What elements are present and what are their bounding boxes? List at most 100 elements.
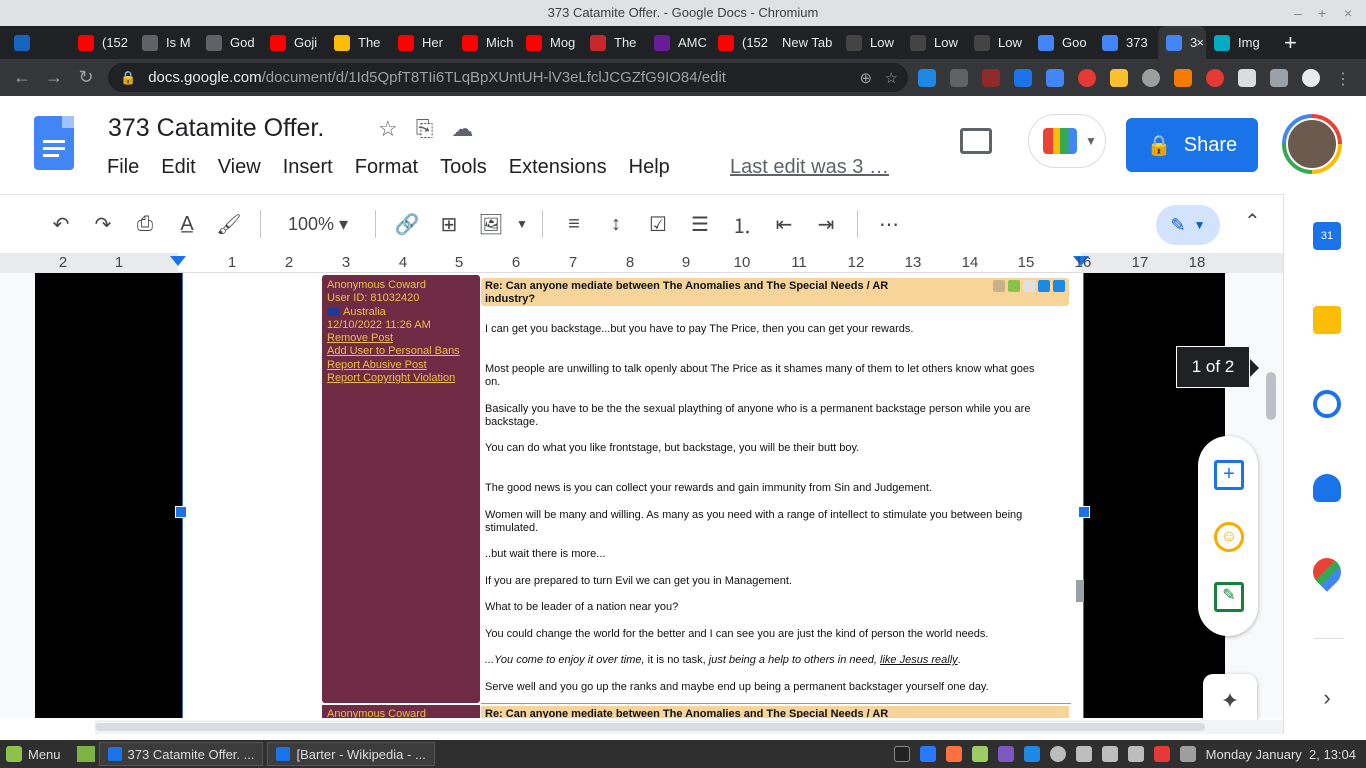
- close-window-button[interactable]: ×: [1344, 0, 1352, 26]
- browser-tab[interactable]: Her: [390, 26, 454, 59]
- browser-tab[interactable]: Mog: [518, 26, 582, 59]
- reload-icon[interactable]: ↻: [70, 67, 102, 88]
- horizontal-scrollbar[interactable]: [95, 720, 1285, 734]
- maximize-button[interactable]: +: [1318, 0, 1326, 26]
- bookmark-star-icon[interactable]: ☆: [885, 70, 898, 87]
- battery-icon[interactable]: [1127, 746, 1144, 762]
- add-comment-icon[interactable]: +: [1214, 460, 1244, 490]
- minimize-button[interactable]: –: [1294, 0, 1302, 26]
- menu-view[interactable]: View: [218, 156, 261, 179]
- browser-tab[interactable]: Low: [838, 26, 902, 59]
- remove-post-link[interactable]: Remove Post: [327, 332, 475, 345]
- browser-tab[interactable]: The: [326, 26, 390, 59]
- extension-icon[interactable]: [1110, 68, 1128, 87]
- decrease-indent-icon[interactable]: ⇤: [763, 212, 805, 237]
- extension-icon[interactable]: [950, 68, 968, 87]
- browser-tab[interactable]: Low: [966, 26, 1030, 59]
- browser-tab[interactable]: AMC: [646, 26, 710, 59]
- new-tab-button[interactable]: +: [1284, 30, 1297, 56]
- show-desktop-icon[interactable]: [76, 746, 95, 762]
- undo-icon[interactable]: ↶: [40, 212, 82, 237]
- add-comment-icon[interactable]: ⊞: [428, 212, 470, 237]
- browser-tab[interactable]: Goji: [262, 26, 326, 59]
- report-abusive-link[interactable]: Report Abusive Post: [327, 359, 475, 372]
- checklist-icon[interactable]: ☑: [637, 212, 679, 237]
- link-icon[interactable]: 🔗: [386, 212, 428, 237]
- menu-help[interactable]: Help: [629, 156, 670, 179]
- browser-tab[interactable]: Mich: [454, 26, 518, 59]
- comment-history-icon[interactable]: [960, 128, 992, 154]
- extension-icon[interactable]: [1014, 68, 1032, 87]
- browser-tab[interactable]: 3 ×: [1158, 26, 1206, 59]
- print-icon[interactable]: ⎙: [124, 213, 166, 236]
- browser-tab[interactable]: Low: [902, 26, 966, 59]
- close-tab-icon[interactable]: ×: [1196, 35, 1204, 50]
- browser-tab[interactable]: God: [198, 26, 262, 59]
- browser-tab[interactable]: Goo: [1030, 26, 1094, 59]
- menu-insert[interactable]: Insert: [283, 156, 333, 179]
- network-icon[interactable]: [1075, 746, 1092, 762]
- paint-format-icon[interactable]: 🖌: [208, 212, 250, 237]
- page-icon[interactable]: [1023, 280, 1035, 292]
- extension-icon[interactable]: [1142, 68, 1160, 87]
- document-title[interactable]: 373 Catamite Offer.: [108, 114, 324, 143]
- meet-button[interactable]: ▼: [1028, 114, 1106, 168]
- chevron-down-icon[interactable]: ▼: [512, 217, 532, 231]
- user-icon[interactable]: [1049, 746, 1066, 762]
- maps-icon[interactable]: [1307, 552, 1347, 592]
- chromium-tray-icon[interactable]: [919, 746, 936, 762]
- docs-logo-icon[interactable]: [34, 116, 74, 170]
- last-edit-link[interactable]: Last edit was 3 …: [730, 156, 889, 179]
- menu-tools[interactable]: Tools: [440, 156, 487, 179]
- browser-tab[interactable]: New Tab: [774, 26, 838, 59]
- cloud-saved-icon[interactable]: ☁: [451, 116, 473, 142]
- move-folder-icon[interactable]: ⎘: [416, 116, 434, 142]
- browser-tab[interactable]: The: [582, 26, 646, 59]
- keep-icon[interactable]: [1313, 306, 1341, 334]
- reply-icon[interactable]: [1008, 280, 1020, 292]
- taskbar-window[interactable]: [Barter - Wikipedia - ...: [267, 742, 435, 766]
- increase-indent-icon[interactable]: ⇥: [805, 212, 847, 237]
- share-button[interactable]: 🔒 Share: [1126, 118, 1258, 172]
- emoji-reaction-icon[interactable]: ☺: [1214, 522, 1244, 552]
- audio-icon[interactable]: [997, 746, 1014, 762]
- profile-icon[interactable]: [1302, 68, 1320, 87]
- extension-icon[interactable]: [1238, 68, 1256, 87]
- shield-icon[interactable]: [1153, 746, 1170, 762]
- page-scroll-thumb[interactable]: [1076, 580, 1084, 602]
- align-icon[interactable]: ≡: [553, 213, 595, 236]
- quote-icon[interactable]: [993, 280, 1005, 292]
- vertical-scrollbar[interactable]: [1266, 372, 1276, 420]
- back-arrow-icon[interactable]: ←: [6, 67, 38, 88]
- spellcheck-icon[interactable]: A̲: [166, 213, 208, 236]
- bluetooth-icon[interactable]: [1179, 746, 1196, 762]
- browser-tab[interactable]: 373: [1094, 26, 1158, 59]
- browser-tab[interactable]: (152: [70, 26, 134, 59]
- more-icon[interactable]: ⋯: [868, 212, 910, 237]
- menu-edit[interactable]: Edit: [161, 156, 195, 179]
- numbered-list-icon[interactable]: ⒈: [721, 210, 763, 239]
- line-spacing-icon[interactable]: ↕: [595, 213, 637, 236]
- vpn-icon[interactable]: [1023, 746, 1040, 762]
- zoom-icon[interactable]: ⊕: [859, 70, 872, 87]
- report-copyright-link[interactable]: Report Copyright Violation: [327, 372, 475, 385]
- extension-icon[interactable]: [1174, 68, 1192, 87]
- menu-format[interactable]: Format: [355, 156, 418, 179]
- extension-icon[interactable]: [982, 68, 1000, 87]
- menu-file[interactable]: File: [107, 156, 139, 179]
- puzzle-icon[interactable]: [1270, 68, 1288, 87]
- chevron-up-icon[interactable]: ⌃: [1244, 209, 1261, 234]
- terminal-icon[interactable]: [893, 746, 910, 762]
- selected-image[interactable]: [182, 273, 1084, 718]
- editing-mode-button[interactable]: ✎ ▼: [1156, 205, 1220, 245]
- star-icon[interactable]: ☆: [378, 116, 398, 142]
- zoom-select[interactable]: 100% ▾: [271, 214, 365, 235]
- add-user-ban-link[interactable]: Add User to Personal Bans: [327, 345, 475, 358]
- browser-tab[interactable]: [6, 26, 70, 59]
- browser-tab[interactable]: Img: [1206, 26, 1270, 59]
- suggest-edits-icon[interactable]: ✎: [1214, 582, 1244, 612]
- extension-icon[interactable]: [1046, 68, 1064, 87]
- avatar[interactable]: [1282, 114, 1342, 174]
- calendar-icon[interactable]: 31: [1313, 222, 1341, 250]
- volume-icon[interactable]: [1101, 746, 1118, 762]
